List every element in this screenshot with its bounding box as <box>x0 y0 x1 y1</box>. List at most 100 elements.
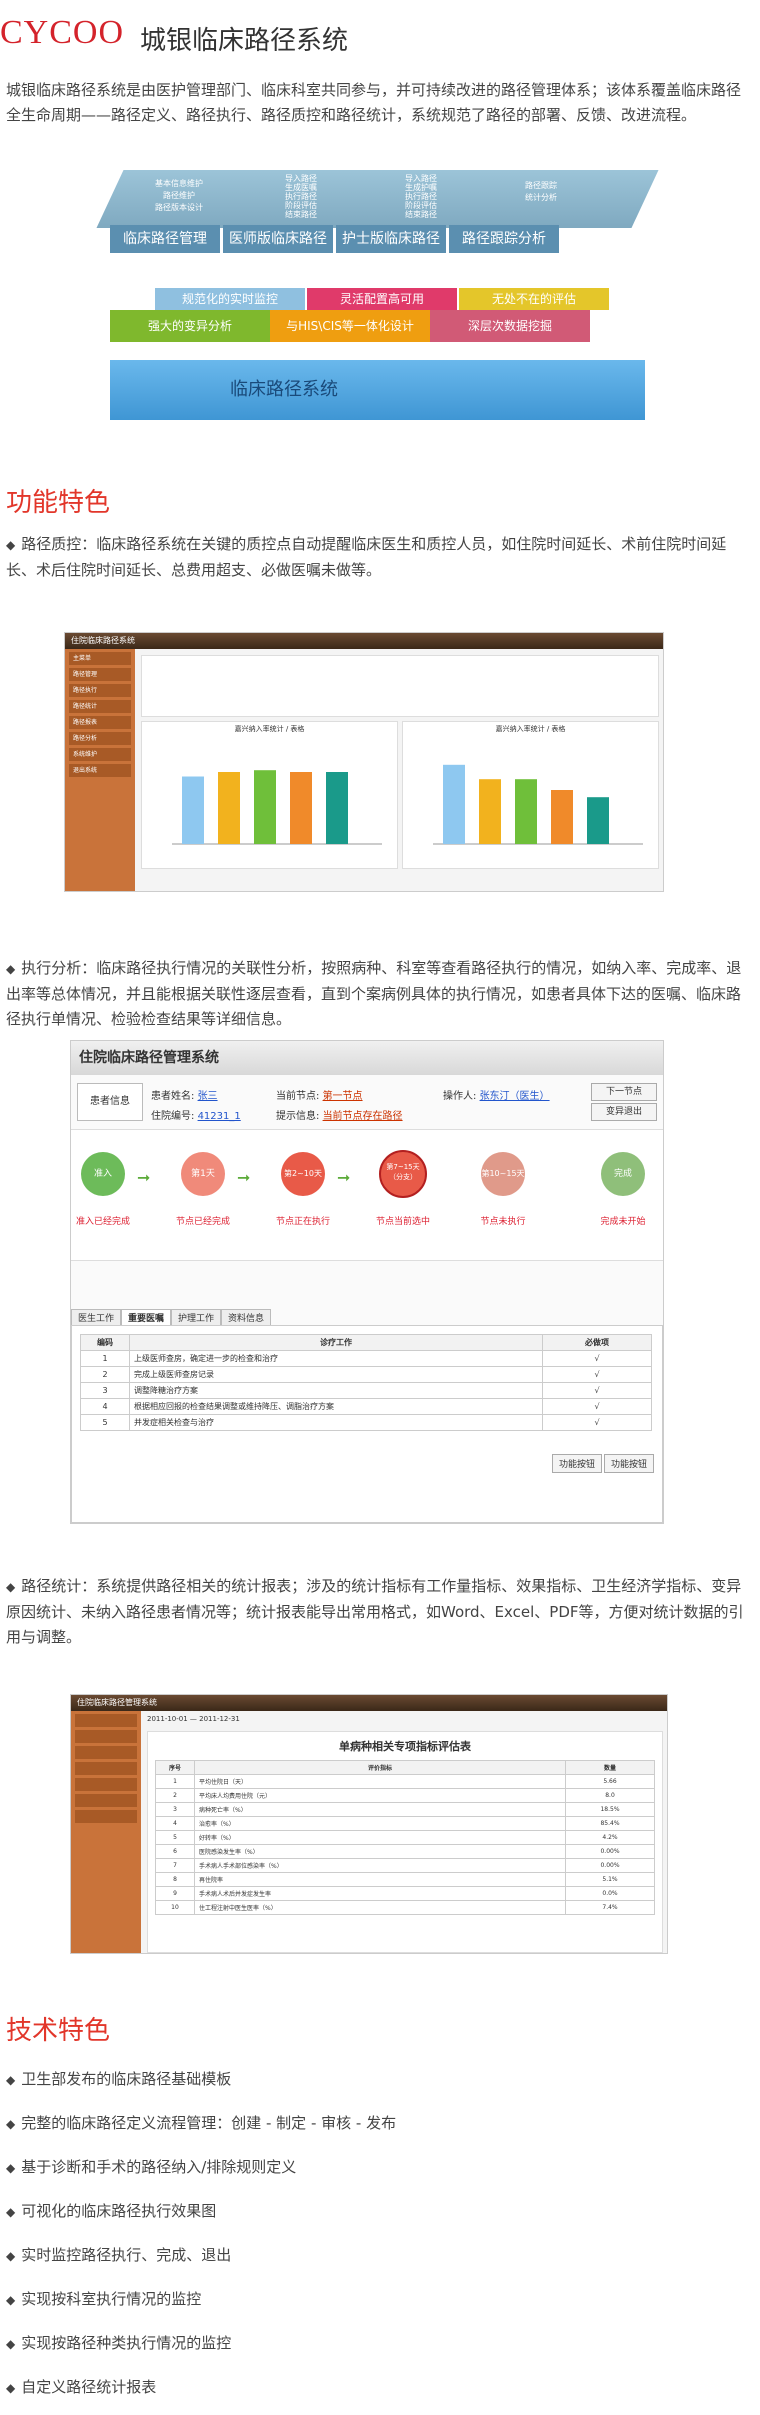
step-circle[interactable]: 完成 <box>601 1152 645 1196</box>
page-title: 城银临床路径系统 <box>140 26 349 56</box>
nav-item[interactable]: 主菜单 <box>69 652 131 665</box>
tech-item: ◆ 完整的临床路径定义流程管理：创建 - 制定 - 审核 - 发布 <box>6 2114 397 2132</box>
tab-doctor[interactable]: 医生工作 <box>71 1309 122 1326</box>
nav-item[interactable] <box>75 1794 137 1807</box>
arch-mid1-1: 规范化的实时监控 <box>155 288 305 310</box>
patient-name-row: 患者姓名: 张三 <box>151 1091 218 1102</box>
exec-window-title: 住院临床路径管理系统 <box>71 1041 663 1075</box>
screenshot-quality: 住院临床路径系统 主菜单 路径管理 路径执行 路径统计 路径报表 路径分析 系统… <box>64 632 664 892</box>
tech-item: ◆ 实时监控路径执行、完成、退出 <box>6 2246 232 2264</box>
step-label: 节点当前选中 <box>375 1217 430 1227</box>
nav-item[interactable]: 退出系统 <box>69 764 131 777</box>
table-row: 6 医院感染发生率（%） 0.00% <box>155 1844 655 1859</box>
next-node-button[interactable]: 下一节点 <box>591 1083 657 1101</box>
function-button-1[interactable]: 功能按钮 <box>551 1454 602 1473</box>
architecture-diagram: 临床路径管理 医师版临床路径 护士版临床路径 路径跟踪分析 基本信息维护 路径维护… <box>95 170 665 440</box>
tip-row: 提示信息: 当前节点存在路径 <box>276 1111 403 1122</box>
bar <box>551 790 573 844</box>
nav-item[interactable]: 路径统计 <box>69 700 131 713</box>
tab-nursing[interactable]: 护理工作 <box>171 1309 222 1326</box>
nav-item[interactable] <box>75 1746 137 1759</box>
screenshot-execution: 住院临床路径管理系统 患者信息 患者姓名: 张三 当前节点: 第一节点 操作人:… <box>70 1040 664 1524</box>
path-flow: 准入 ➞ 第1天 ➞ 第2~10天 ➞ 第7~15天（分支） 第10~15天 完… <box>71 1129 663 1261</box>
tech-item: ◆ 可视化的临床路径执行效果图 <box>6 2202 217 2220</box>
table-row: 2 平均床人均费用住院（元） 8.0 <box>155 1788 655 1803</box>
col-header: 必做项 <box>542 1334 652 1351</box>
nav-item[interactable]: 路径报表 <box>69 716 131 729</box>
left-nav: 主菜单 路径管理 路径执行 路径统计 路径报表 路径分析 系统维护 退出系统 <box>65 649 135 891</box>
feature-2: ◆ 执行分析：临床路径执行情况的关联性分析，按照病种、科室等查看路径执行的情况，如… <box>6 959 742 1028</box>
step-circle[interactable]: 第2~10天 <box>281 1152 325 1196</box>
table-row: 5 好转率（%） 4.2% <box>155 1830 655 1845</box>
nav-item[interactable] <box>75 1778 137 1791</box>
nav-item[interactable]: 路径管理 <box>69 668 131 681</box>
bar <box>182 776 204 844</box>
nav-item[interactable]: 系统维护 <box>69 748 131 761</box>
nav-item[interactable] <box>75 1730 137 1743</box>
table-row[interactable]: 1 上级医师查房，确定进一步的检查和治疗 √ <box>80 1350 652 1367</box>
bar-chart-left <box>172 770 382 845</box>
chart-left: 嘉兴纳入率统计 / 表格 <box>141 721 398 869</box>
stats-window-titlebar: 住院临床路径管理系统 <box>71 1695 667 1711</box>
bar <box>290 772 312 844</box>
feature-3: ◆ 路径统计：系统提供路径相关的统计报表；涉及的统计指标有工作量指标、效果指标、卫… <box>6 1577 744 1646</box>
arch-mid2-1: 强大的变异分析 <box>110 310 270 342</box>
arch-base: 临床路径系统 <box>110 360 645 420</box>
tab-bar: 医生工作 重要医嘱 护理工作 资料信息 <box>71 1309 272 1326</box>
table-row: 9 手术病人术后并发症发生率 0.0% <box>155 1886 655 1901</box>
current-node-link[interactable]: 第一节点 <box>323 1091 363 1102</box>
arch-top-1: 临床路径管理 <box>110 225 220 253</box>
arch-mid1-3: 无处不在的评估 <box>459 288 609 310</box>
col-header: 编码 <box>80 1334 130 1351</box>
tab-orders[interactable]: 重要医嘱 <box>121 1309 172 1325</box>
step-circle[interactable]: 准入 <box>81 1152 125 1196</box>
patient-info-button[interactable]: 患者信息 <box>77 1083 143 1121</box>
step-label: 完成未开始 <box>600 1217 646 1227</box>
step-circle[interactable]: 第1天 <box>181 1152 225 1196</box>
nav-item[interactable]: 路径分析 <box>69 732 131 745</box>
operator-link[interactable]: 张东汀（医生） <box>480 1091 550 1102</box>
admission-link[interactable]: 41231_1 <box>198 1111 241 1122</box>
arch-sub-4: 路径跟踪 统计分析 <box>525 181 557 202</box>
tip-link[interactable]: 当前节点存在路径 <box>323 1111 403 1122</box>
nav-item[interactable] <box>75 1762 137 1775</box>
arch-sub-3: 导入路径 生成护嘱 执行路径 阶段评估 结束路径 <box>405 174 437 219</box>
features-heading: 功能特色 <box>6 488 111 518</box>
bar <box>479 779 501 844</box>
table-row: 4 治愈率（%） 85.4% <box>155 1816 655 1831</box>
orders-table: 编码 诊疗工作 必做项 1 上级医师查房，确定进一步的检查和治疗 √ 2 完成上级医师… <box>80 1334 652 1431</box>
variance-exit-button[interactable]: 变异退出 <box>591 1103 657 1121</box>
arch-mid2-2: 与HIS\CIS等一体化设计 <box>270 310 430 342</box>
tech-heading: 技术特色 <box>6 2016 111 2046</box>
arrow-icon: ➞ <box>237 1168 251 1187</box>
step-circle-selected[interactable]: 第7~15天（分支） <box>379 1150 427 1198</box>
arch-mid1-2: 灵活配置高可用 <box>307 288 457 310</box>
patient-name-link[interactable]: 张三 <box>198 1091 218 1102</box>
feature-1: ◆ 路径质控：临床路径系统在关键的质控点自动提醒临床医生和质控人员，如住院时间延长… <box>6 535 727 579</box>
table-row: 7 手术病人手术部位感染率（%） 0.00% <box>155 1858 655 1873</box>
arch-sub-1: 基本信息维护 路径维护 路径版本设计 <box>155 179 203 212</box>
operator-row: 操作人: 张东汀（医生） <box>443 1091 550 1102</box>
table-row[interactable]: 5 并发症相关检查与治疗 √ <box>80 1414 652 1431</box>
function-button-2[interactable]: 功能按钮 <box>603 1454 654 1473</box>
orders-panel: 编码 诊疗工作 必做项 1 上级医师查房，确定进一步的检查和治疗 √ 2 完成上级医师… <box>71 1325 663 1523</box>
tech-item: ◆ 卫生部发布的临床路径基础模板 <box>6 2070 232 2088</box>
chart-right: 嘉兴纳入率统计 / 表格 <box>402 721 659 869</box>
step-circle[interactable]: 第10~15天 <box>481 1152 525 1196</box>
report-table: 序号 评价指标 数量 1 平均住院日（天） 5.66 2 平均床人均费用住院（元） 8.0 … <box>155 1760 655 1915</box>
tab-info[interactable]: 资料信息 <box>221 1309 272 1326</box>
table-row[interactable]: 3 调整降糖治疗方案 √ <box>80 1382 652 1399</box>
nav-item[interactable] <box>75 1714 137 1727</box>
nav-item[interactable] <box>75 1810 137 1823</box>
summary-table <box>141 655 659 717</box>
window-titlebar: 住院临床路径系统 <box>65 633 663 649</box>
col-header: 诊疗工作 <box>129 1334 543 1351</box>
date-range: 2011-10-01 — 2011-12-31 <box>147 1715 240 1723</box>
table-row[interactable]: 2 完成上级医师查房记录 √ <box>80 1366 652 1383</box>
table-row[interactable]: 4 根据相应回报的检查结果调整或维持降压、调脂治疗方案 √ <box>80 1398 652 1415</box>
chart-right-title: 嘉兴纳入率统计 / 表格 <box>495 725 566 733</box>
nav-item[interactable]: 路径执行 <box>69 684 131 697</box>
arch-top-2: 医师版临床路径 <box>223 225 333 253</box>
stats-left-nav <box>71 1711 141 1953</box>
screenshot-statistics: 住院临床路径管理系统 2011-10-01 — 2011-12-31 单病种相关… <box>70 1694 668 1954</box>
